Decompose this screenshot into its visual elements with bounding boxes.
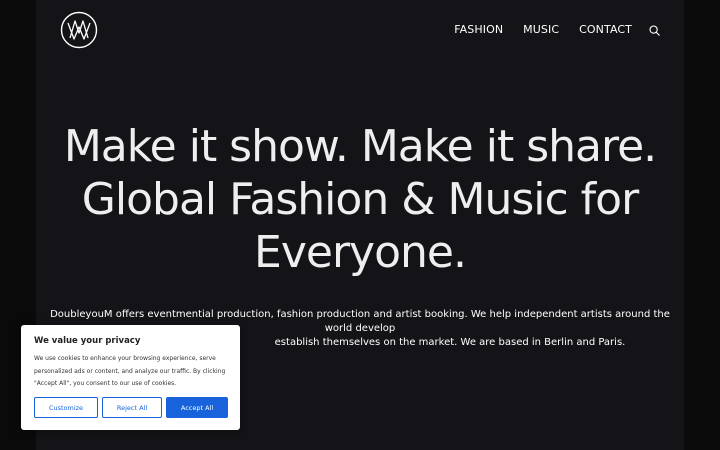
cookie-consent-banner: We value your privacy We use cookies to … <box>21 325 240 430</box>
headline-line-3: Everyone. <box>254 227 467 278</box>
cookie-text-line-2: personalized ads or content, and analyze… <box>34 367 226 375</box>
cookie-title: We value your privacy <box>34 336 141 346</box>
hero-headline: Make it show. Make it share. Global Fash… <box>36 120 684 279</box>
cookie-text-line-3: "Accept All", you consent to our use of … <box>34 380 177 387</box>
nav-contact[interactable]: CONTACT <box>579 22 632 38</box>
headline-line-1: Make it show. Make it share. <box>63 121 657 172</box>
nav-fashion[interactable]: FASHION <box>454 22 503 38</box>
search-icon[interactable] <box>648 24 660 36</box>
cookie-text: We use cookies to enhance your browsing … <box>34 353 232 391</box>
headline-line-2: Global Fashion & Music for <box>81 174 639 225</box>
reject-all-button[interactable]: Reject All <box>102 397 162 418</box>
cookie-text-line-1: We use cookies to enhance your browsing … <box>34 355 216 362</box>
logo-icon[interactable] <box>60 11 98 49</box>
cookie-buttons: Customize Reject All Accept All <box>34 397 228 418</box>
main-nav: FASHION MUSIC CONTACT <box>454 22 660 38</box>
nav-music[interactable]: MUSIC <box>523 22 559 38</box>
customize-button[interactable]: Customize <box>34 397 98 418</box>
accept-all-button[interactable]: Accept All <box>166 397 228 418</box>
